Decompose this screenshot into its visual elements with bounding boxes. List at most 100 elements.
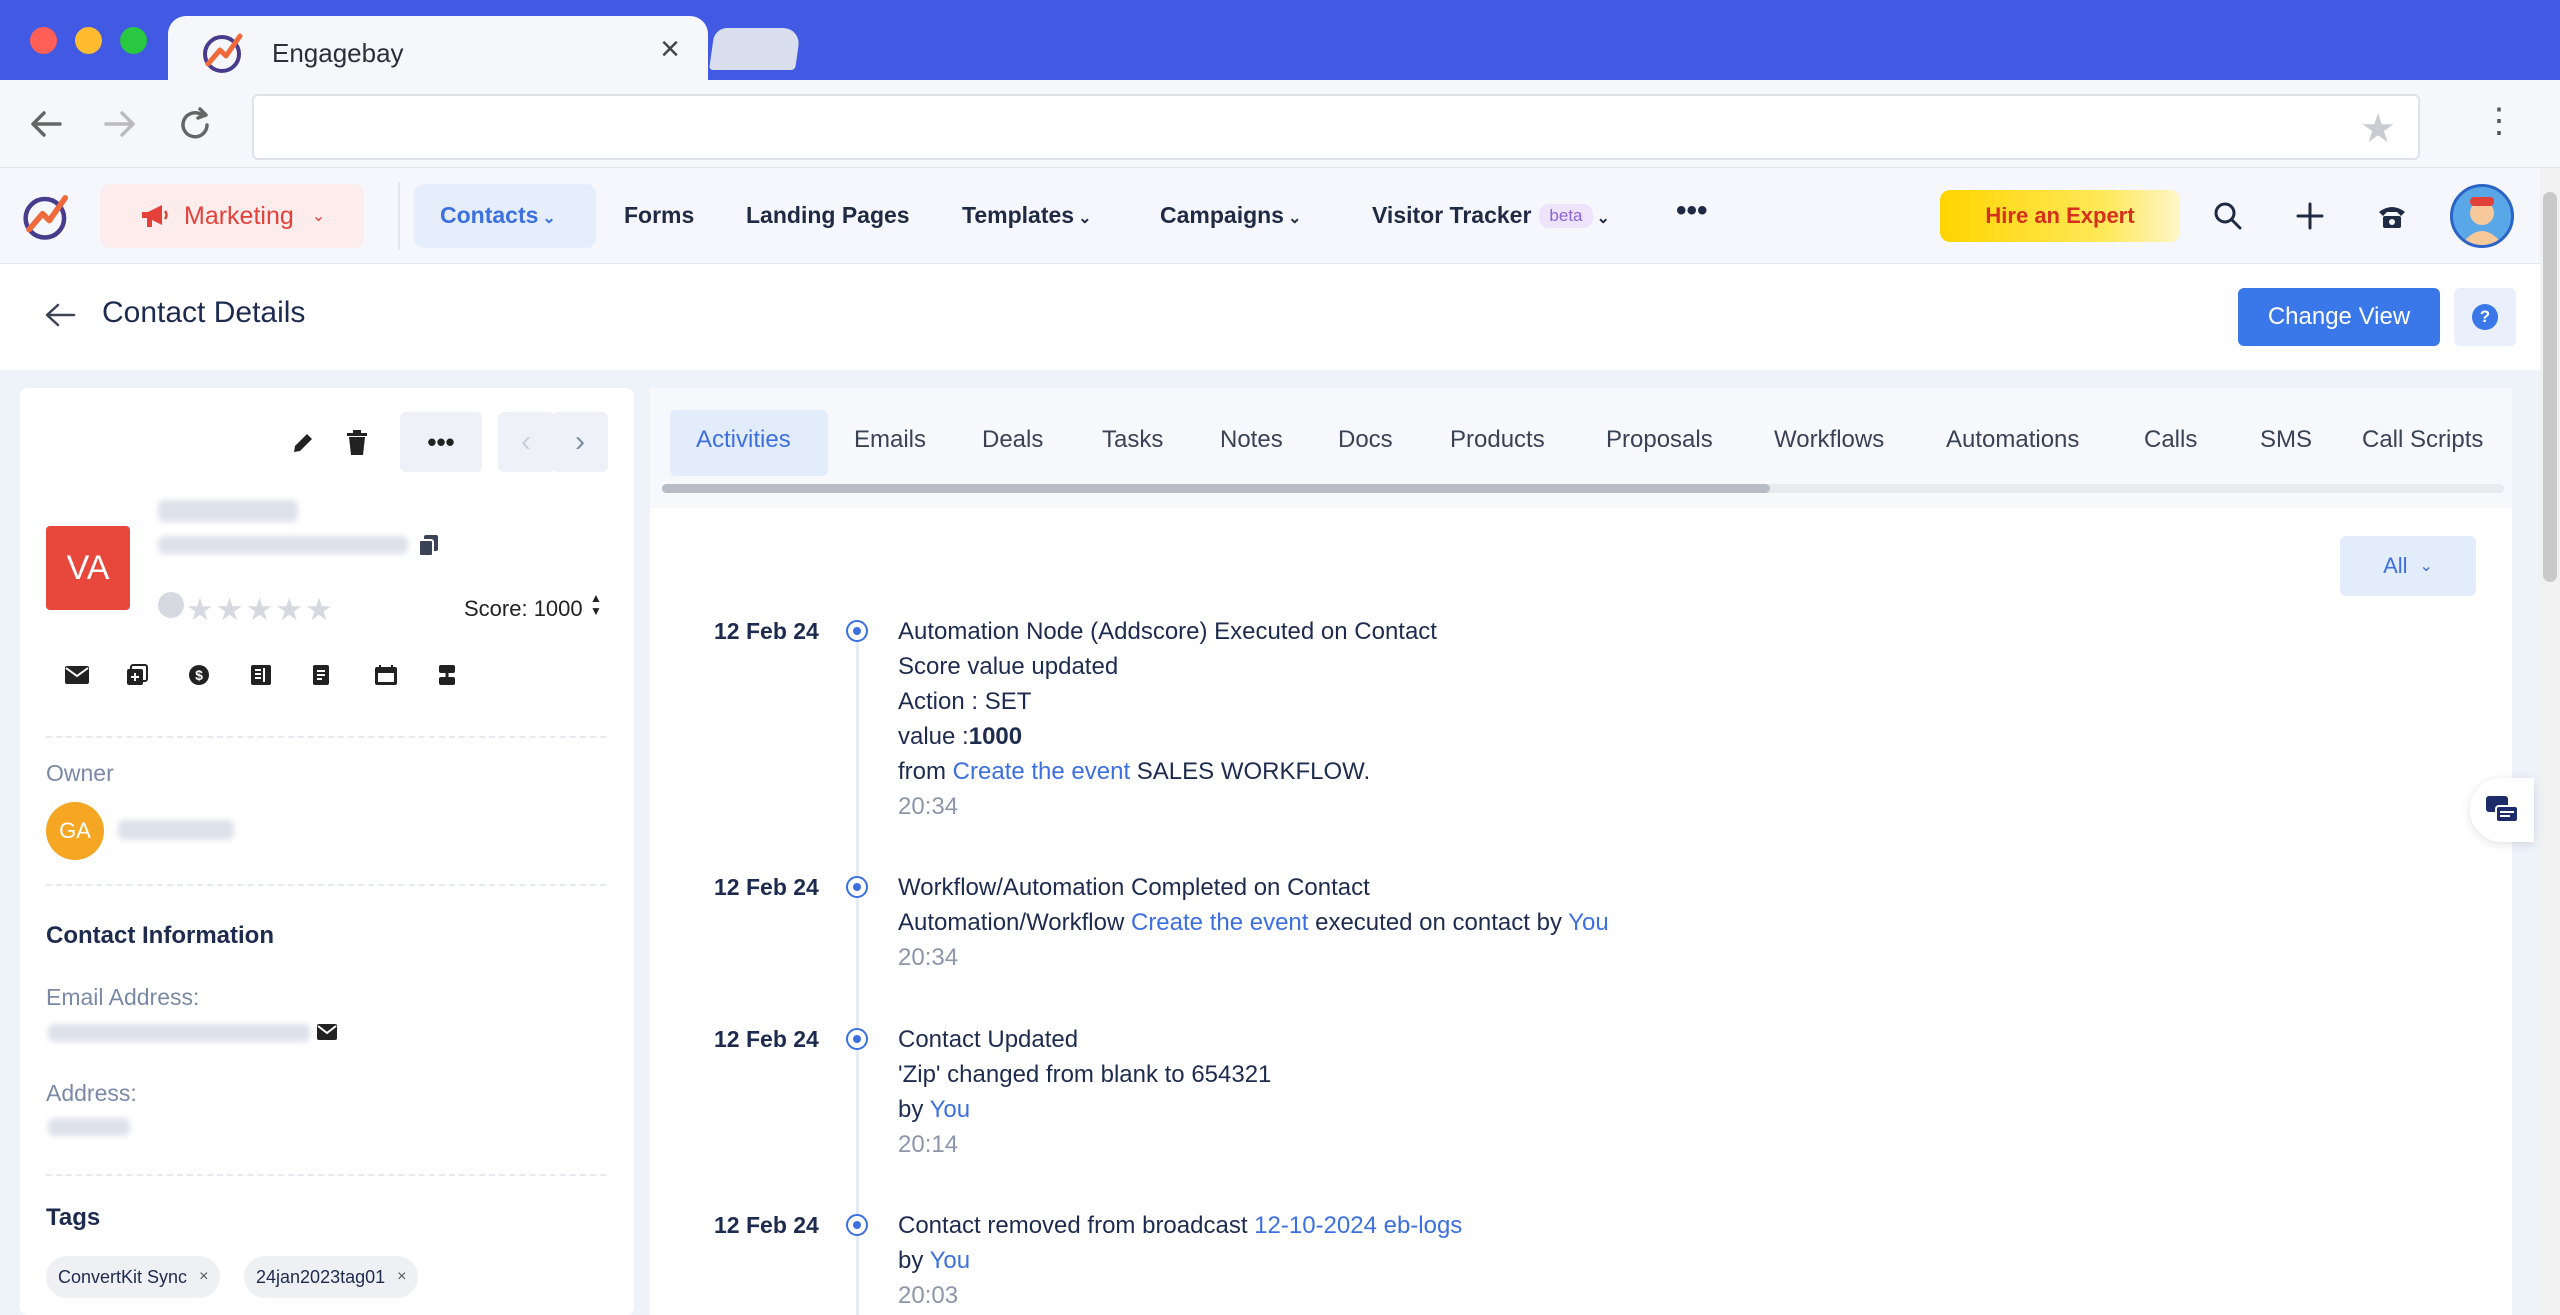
tag-chip[interactable]: ConvertKit Sync × — [46, 1256, 221, 1298]
activity-item: Contact removed from broadcast 12-10-202… — [898, 1212, 1463, 1309]
document-icon[interactable] — [312, 664, 330, 691]
help-icon: ? — [2472, 304, 2498, 330]
minimize-window-button[interactable] — [75, 27, 102, 54]
engagebay-logo-icon[interactable] — [20, 190, 72, 242]
tag-chip[interactable]: 24jan2023tag01 × — [244, 1256, 419, 1298]
address-label: Address: — [46, 1080, 137, 1106]
more-menu-button[interactable]: ••• — [1676, 194, 1708, 228]
broadcast-link[interactable]: 12-10-2024 eb-logs — [1254, 1212, 1462, 1239]
tab-title: Engagebay — [272, 38, 404, 68]
contact-info-title: Contact Information — [46, 922, 274, 949]
chevron-down-icon: ⌄ — [542, 210, 556, 227]
workflow-link[interactable]: Create the event — [1131, 909, 1308, 936]
section-divider — [46, 884, 606, 886]
owner-name-redacted — [118, 820, 234, 840]
chat-icon[interactable] — [2470, 778, 2534, 842]
megaphone-icon — [142, 205, 168, 227]
tab-proposals[interactable]: Proposals — [1606, 426, 1713, 454]
star-icon[interactable]: ★ — [2360, 106, 2396, 152]
tab-activities[interactable]: Activities — [696, 426, 791, 454]
nav-campaigns[interactable]: Campaigns ⌄ — [1160, 202, 1301, 229]
previous-contact-button[interactable]: ‹ — [498, 412, 554, 472]
sequence-icon[interactable] — [436, 664, 458, 691]
chevron-down-icon: ⌄ — [1596, 210, 1610, 227]
nav-templates[interactable]: Templates ⌄ — [962, 202, 1091, 229]
back-icon[interactable] — [28, 106, 64, 148]
remove-tag-icon[interactable]: × — [199, 1268, 208, 1286]
tab-workflows[interactable]: Workflows — [1774, 426, 1884, 454]
dollar-icon[interactable]: $ — [188, 664, 210, 691]
maximize-window-button[interactable] — [120, 27, 147, 54]
tab-calls[interactable]: Calls — [2144, 426, 2197, 454]
user-link[interactable]: You — [930, 1247, 971, 1274]
score-stepper[interactable]: ▲ ▼ — [590, 592, 602, 618]
menu-icon[interactable]: ⋮ — [2482, 104, 2516, 138]
activity-date: 12 Feb 24 — [714, 874, 819, 900]
detail-tabs: Activities Emails Deals Tasks Notes Docs… — [650, 388, 2512, 508]
score-label: Score: 1000 — [464, 596, 583, 621]
tab-emails[interactable]: Emails — [854, 426, 926, 454]
chevron-down-icon: ⌄ — [311, 208, 326, 225]
next-contact-button[interactable]: › — [552, 412, 608, 472]
plus-icon[interactable] — [2288, 194, 2332, 238]
phone-icon[interactable] — [2370, 194, 2414, 238]
copy-icon[interactable] — [418, 534, 440, 563]
send-email-icon[interactable] — [316, 1022, 338, 1047]
tab-products[interactable]: Products — [1450, 426, 1545, 454]
rating-stars[interactable]: ★★★★★ — [186, 592, 335, 627]
address-row: ★ ⋮ — [0, 80, 2560, 168]
chevron-down-icon: ⌄ — [1078, 210, 1092, 227]
browser-tab[interactable]: Engagebay × — [168, 16, 708, 82]
nav-visitor-tracker[interactable]: Visitor Tracker beta ⌄ — [1372, 202, 1610, 229]
tab-call-scripts[interactable]: Call Scripts — [2362, 426, 2483, 454]
change-view-button[interactable]: Change View — [2238, 288, 2440, 346]
close-window-button[interactable] — [30, 27, 57, 54]
search-icon[interactable] — [2206, 194, 2250, 238]
url-input[interactable]: ★ — [252, 94, 2420, 160]
owner-avatar: GA — [46, 802, 104, 860]
tab-tasks[interactable]: Tasks — [1102, 426, 1163, 454]
email-icon[interactable] — [64, 664, 90, 691]
tabs-scrollbar-thumb[interactable] — [662, 484, 1770, 493]
activity-item: Contact Updated 'Zip' changed from blank… — [898, 1026, 1272, 1158]
page-head: Contact Details Change View ? — [0, 264, 2540, 370]
edit-icon[interactable] — [290, 430, 316, 461]
page-scrollbar-thumb[interactable] — [2543, 192, 2557, 582]
tab-automations[interactable]: Automations — [1946, 426, 2079, 454]
tab-deals[interactable]: Deals — [982, 426, 1043, 454]
new-tab-button[interactable] — [709, 28, 801, 70]
tab-docs[interactable]: Docs — [1338, 426, 1393, 454]
calendar-icon[interactable] — [374, 664, 398, 691]
nav-contacts[interactable]: Contacts ⌄ — [440, 202, 556, 229]
engagebay-logo-icon — [203, 33, 243, 73]
forward-icon[interactable] — [102, 106, 138, 148]
tab-notes[interactable]: Notes — [1220, 426, 1283, 454]
nav-landing-pages[interactable]: Landing Pages — [746, 202, 910, 229]
user-avatar[interactable] — [2450, 184, 2514, 248]
email-address-redacted — [48, 1024, 310, 1042]
activity-date: 12 Feb 24 — [714, 1026, 819, 1052]
hire-expert-button[interactable]: Hire an Expert — [1940, 190, 2180, 242]
module-switcher[interactable]: Marketing ⌄ — [100, 184, 364, 248]
notes-icon[interactable] — [250, 664, 272, 691]
timeline-dot — [846, 1028, 868, 1050]
activity-date: 12 Feb 24 — [714, 618, 819, 644]
star-rating[interactable]: ★★★★★ — [158, 592, 335, 625]
more-actions-button[interactable]: ••• — [400, 412, 482, 472]
tab-close-icon[interactable]: × — [660, 32, 680, 66]
tab-sms[interactable]: SMS — [2260, 426, 2312, 454]
add-deal-icon[interactable] — [126, 664, 148, 691]
help-button[interactable]: ? — [2454, 288, 2516, 346]
back-arrow-icon[interactable] — [44, 300, 76, 335]
user-link[interactable]: You — [930, 1096, 971, 1123]
user-link[interactable]: You — [1568, 909, 1609, 936]
address-redacted — [48, 1118, 130, 1136]
remove-tag-icon[interactable]: × — [397, 1268, 406, 1286]
nav-forms[interactable]: Forms — [624, 202, 694, 229]
reload-icon[interactable] — [176, 106, 214, 150]
email-address-label: Email Address: — [46, 984, 200, 1010]
clear-rating-icon[interactable] — [158, 592, 184, 618]
delete-icon[interactable] — [346, 430, 368, 461]
activity-filter-dropdown[interactable]: All ⌄ — [2340, 536, 2476, 596]
workflow-link[interactable]: Create the event — [953, 758, 1130, 785]
